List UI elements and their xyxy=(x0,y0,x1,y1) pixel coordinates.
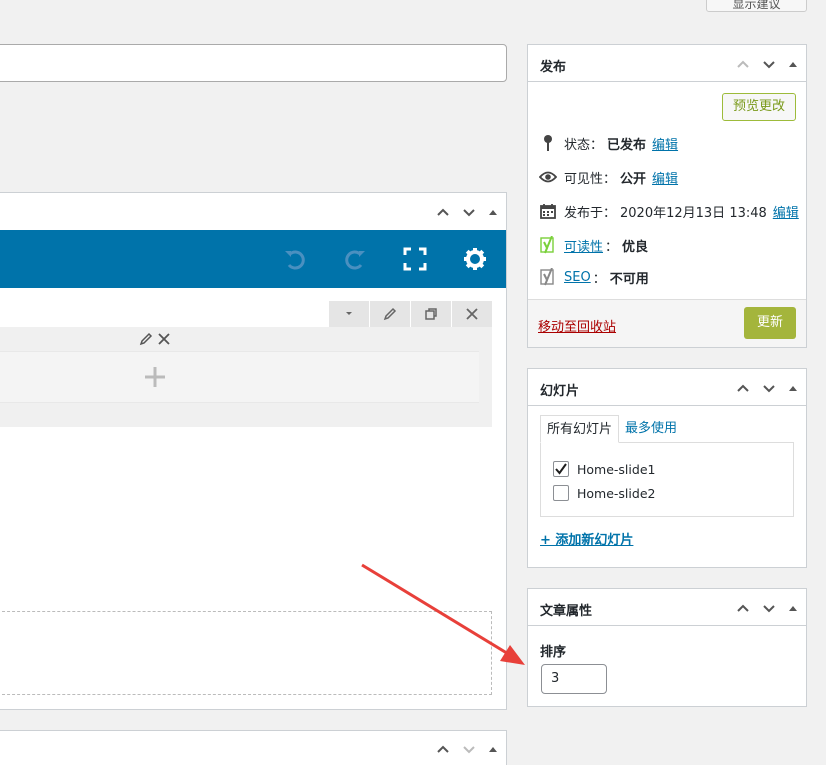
status-value: 已发布 xyxy=(607,137,647,153)
tab-all-slides[interactable]: 所有幻灯片 xyxy=(540,415,620,443)
order-input[interactable]: 3 xyxy=(541,664,607,694)
page-attributes-box: 文章属性 排序 3 xyxy=(527,588,807,707)
undo-icon[interactable] xyxy=(281,245,309,273)
box-controls xyxy=(736,369,798,407)
close-icon[interactable] xyxy=(157,332,171,346)
preview-changes-button[interactable]: 预览更改 xyxy=(721,93,796,121)
row-edit-button[interactable] xyxy=(370,301,410,327)
seo-value: 不可用 xyxy=(609,271,649,287)
calendar-icon xyxy=(538,201,558,221)
row-actions xyxy=(329,301,492,327)
triangle-up-icon[interactable] xyxy=(788,59,798,69)
row-delete-button[interactable] xyxy=(452,301,492,327)
chevron-up-icon[interactable] xyxy=(736,381,750,395)
yoast-seo-icon xyxy=(538,267,558,287)
published-label: 发布于： xyxy=(564,205,617,221)
chevron-down-icon[interactable] xyxy=(462,205,476,219)
page-builder-header xyxy=(0,193,506,231)
readability-row: 可读性： 优良 xyxy=(538,235,654,255)
second-metabox xyxy=(0,730,507,765)
fullscreen-icon[interactable] xyxy=(401,245,429,273)
seo-row: SEO： 不可用 xyxy=(538,267,655,287)
row-duplicate-button[interactable] xyxy=(411,301,451,327)
caret-down-icon xyxy=(346,312,352,315)
chevron-up-icon[interactable] xyxy=(436,742,450,756)
status-label: 状态： xyxy=(564,137,604,153)
status-edit-link[interactable]: 编辑 xyxy=(652,134,678,153)
published-value: 2020年12月13日 13:48 xyxy=(620,205,767,221)
chevron-down-icon[interactable] xyxy=(762,381,776,395)
slide-label: Home-slide1 xyxy=(577,461,656,477)
triangle-up-icon[interactable] xyxy=(488,744,498,754)
publish-box: 发布 预览更改 状态： 已发布 编辑 可见性： 公开 编辑 发布于： 2020年… xyxy=(527,44,807,348)
triangle-up-icon[interactable] xyxy=(488,207,498,217)
gear-icon[interactable] xyxy=(461,245,489,273)
page-attributes-header: 文章属性 xyxy=(528,589,806,626)
close-icon xyxy=(466,308,478,320)
visibility-row: 可见性： 公开 编辑 xyxy=(538,167,678,187)
chevron-up-icon[interactable] xyxy=(436,205,450,219)
readability-value: 优良 xyxy=(622,239,649,255)
box-controls xyxy=(736,45,798,83)
annotation-arrow xyxy=(361,563,525,665)
checkbox-unchecked[interactable] xyxy=(553,485,569,501)
publish-header: 发布 xyxy=(528,45,806,82)
visibility-label: 可见性： xyxy=(564,171,617,187)
published-row: 发布于： 2020年12月13日 13:48 编辑 xyxy=(538,201,799,221)
tab-most-used[interactable]: 最多使用 xyxy=(619,415,683,443)
checkmark-icon xyxy=(555,463,567,475)
yoast-readability-icon xyxy=(538,235,558,255)
triangle-up-icon[interactable] xyxy=(788,603,798,613)
plus-icon[interactable] xyxy=(144,366,166,388)
published-edit-link[interactable]: 编辑 xyxy=(773,202,799,221)
add-new-slide-link[interactable]: + 添加新幻灯片 xyxy=(540,529,633,548)
builder-toolbar xyxy=(0,230,506,288)
update-button[interactable]: 更新 xyxy=(744,307,796,339)
readability-link[interactable]: 可读性 xyxy=(564,236,603,255)
visibility-edit-link[interactable]: 编辑 xyxy=(652,168,678,187)
chevron-up-icon[interactable] xyxy=(736,57,750,71)
move-to-trash-link[interactable]: 移动至回收站 xyxy=(538,316,616,335)
row-dropdown-button[interactable] xyxy=(329,301,369,327)
visibility-value: 公开 xyxy=(620,171,647,187)
chevron-down-icon[interactable] xyxy=(762,601,776,615)
duplicate-icon xyxy=(425,308,437,320)
pencil-icon xyxy=(383,307,397,321)
slides-checklist: Home-slide1 Home-slide2 xyxy=(540,442,794,517)
post-title-input[interactable] xyxy=(0,44,507,82)
column-tools xyxy=(139,332,171,346)
chevron-down-icon[interactable] xyxy=(762,57,776,71)
checkbox-checked[interactable] xyxy=(553,461,569,477)
status-row: 状态： 已发布 编辑 xyxy=(538,133,678,153)
box-controls xyxy=(736,589,798,627)
slides-title: 幻灯片 xyxy=(540,384,580,399)
slides-box: 幻灯片 所有幻灯片 最多使用 Home-slide1 Home-slide2 +… xyxy=(527,368,807,568)
builder-row xyxy=(0,327,492,427)
chevron-up-icon[interactable] xyxy=(736,601,750,615)
builder-column[interactable] xyxy=(0,351,479,403)
list-item[interactable]: Home-slide2 xyxy=(553,483,655,503)
triangle-up-icon[interactable] xyxy=(788,383,798,393)
pencil-icon[interactable] xyxy=(139,332,153,346)
publish-title: 发布 xyxy=(540,60,567,75)
slide-label: Home-slide2 xyxy=(577,485,656,501)
pin-icon xyxy=(538,133,558,153)
eye-icon xyxy=(538,167,558,187)
chevron-down-icon[interactable] xyxy=(462,742,476,756)
page-attributes-title: 文章属性 xyxy=(540,604,593,619)
slides-header: 幻灯片 xyxy=(528,369,806,406)
list-item[interactable]: Home-slide1 xyxy=(553,459,655,479)
order-label: 排序 xyxy=(540,645,567,660)
box-controls xyxy=(436,730,498,765)
redo-icon[interactable] xyxy=(341,245,369,273)
seo-link[interactable]: SEO xyxy=(564,270,591,285)
publish-footer: 移动至回收站 更新 xyxy=(528,299,806,347)
slides-tabs: 所有幻灯片 最多使用 xyxy=(540,415,683,443)
top-right-button[interactable]: 显示建议 xyxy=(706,0,807,12)
box-controls xyxy=(436,193,498,231)
